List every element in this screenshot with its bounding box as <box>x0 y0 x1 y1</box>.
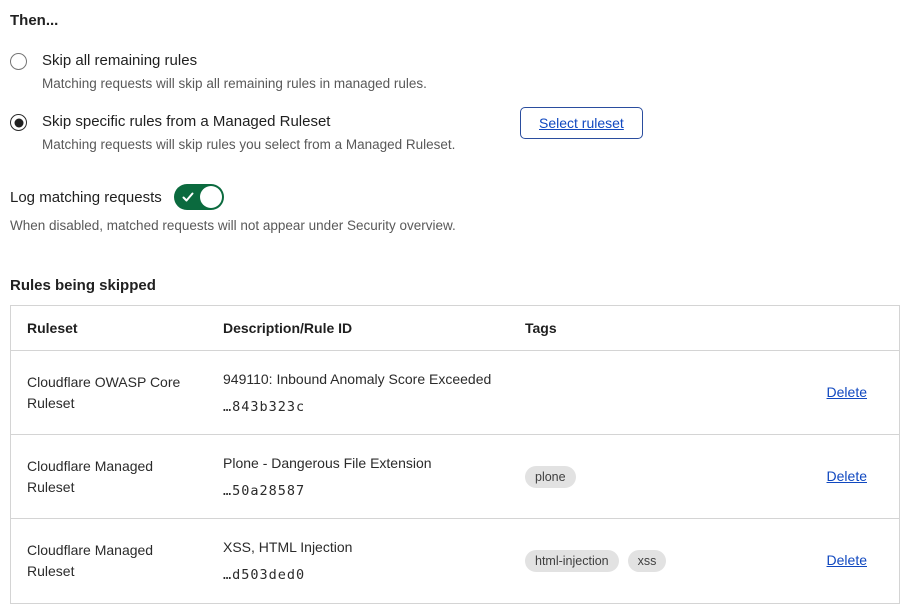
description-cell: Plone - Dangerous File Extension …50a285… <box>223 455 525 499</box>
check-icon <box>182 191 194 203</box>
rule-description: XSS, HTML Injection <box>223 539 525 556</box>
description-cell: XSS, HTML Injection …d503ded0 <box>223 539 525 583</box>
waf-skip-rule-panel: Then... Skip all remaining rules Matchin… <box>0 0 911 604</box>
table-header-row: Ruleset Description/Rule ID Tags <box>11 306 899 351</box>
option-skip-all-remaining: Skip all remaining rules Matching reques… <box>10 52 901 92</box>
column-header-ruleset: Ruleset <box>27 320 223 336</box>
tags-cell: plone <box>525 466 793 488</box>
delete-link[interactable]: Delete <box>827 384 867 400</box>
table-row: Cloudflare Managed Ruleset Plone - Dange… <box>11 435 899 519</box>
radio-skip-specific-rules[interactable] <box>10 114 27 131</box>
option-text: Skip all remaining rules Matching reques… <box>42 52 427 92</box>
rule-id: …d503ded0 <box>223 567 525 583</box>
actions-cell: Delete <box>793 552 867 570</box>
tag-badge: plone <box>525 466 576 488</box>
rule-id: …50a28587 <box>223 483 525 499</box>
toggle-knob <box>200 186 222 208</box>
action-radio-group: Skip all remaining rules Matching reques… <box>10 52 901 153</box>
log-toggle-description: When disabled, matched requests will not… <box>10 218 901 233</box>
ruleset-cell: Cloudflare OWASP Core Ruleset <box>27 372 223 414</box>
option-label[interactable]: Skip all remaining rules <box>42 52 427 70</box>
column-header-tags: Tags <box>525 320 793 336</box>
rule-description: 949110: Inbound Anomaly Score Exceeded <box>223 371 525 388</box>
option-label[interactable]: Skip specific rules from a Managed Rules… <box>42 113 455 131</box>
option-text: Skip specific rules from a Managed Rules… <box>42 113 455 153</box>
description-cell: 949110: Inbound Anomaly Score Exceeded …… <box>223 371 525 415</box>
option-description: Matching requests will skip all remainin… <box>42 75 427 92</box>
then-heading: Then... <box>10 10 901 29</box>
actions-cell: Delete <box>793 468 867 486</box>
rules-table-heading: Rules being skipped <box>10 277 901 294</box>
tag-badge: xss <box>628 550 667 572</box>
radio-skip-all-remaining[interactable] <box>10 53 27 70</box>
log-requests-toggle[interactable] <box>174 184 224 210</box>
delete-link[interactable]: Delete <box>827 552 867 568</box>
ruleset-cell: Cloudflare Managed Ruleset <box>27 540 223 582</box>
table-row: Cloudflare OWASP Core Ruleset 949110: In… <box>11 351 899 435</box>
actions-cell: Delete <box>793 384 867 402</box>
select-ruleset-button[interactable]: Select ruleset <box>520 107 643 139</box>
column-header-description: Description/Rule ID <box>223 320 525 336</box>
rules-being-skipped-table: Ruleset Description/Rule ID Tags Cloudfl… <box>10 305 900 604</box>
rule-id: …843b323c <box>223 399 525 415</box>
log-toggle-label: Log matching requests <box>10 189 162 206</box>
rule-description: Plone - Dangerous File Extension <box>223 455 525 472</box>
option-skip-specific-rules: Skip specific rules from a Managed Rules… <box>10 113 901 153</box>
ruleset-cell: Cloudflare Managed Ruleset <box>27 456 223 498</box>
tag-badge: html-injection <box>525 550 619 572</box>
table-row: Cloudflare Managed Ruleset XSS, HTML Inj… <box>11 519 899 603</box>
option-description: Matching requests will skip rules you se… <box>42 136 455 153</box>
tags-cell: html-injection xss <box>525 550 793 572</box>
delete-link[interactable]: Delete <box>827 468 867 484</box>
log-matching-requests-row: Log matching requests <box>10 184 901 210</box>
